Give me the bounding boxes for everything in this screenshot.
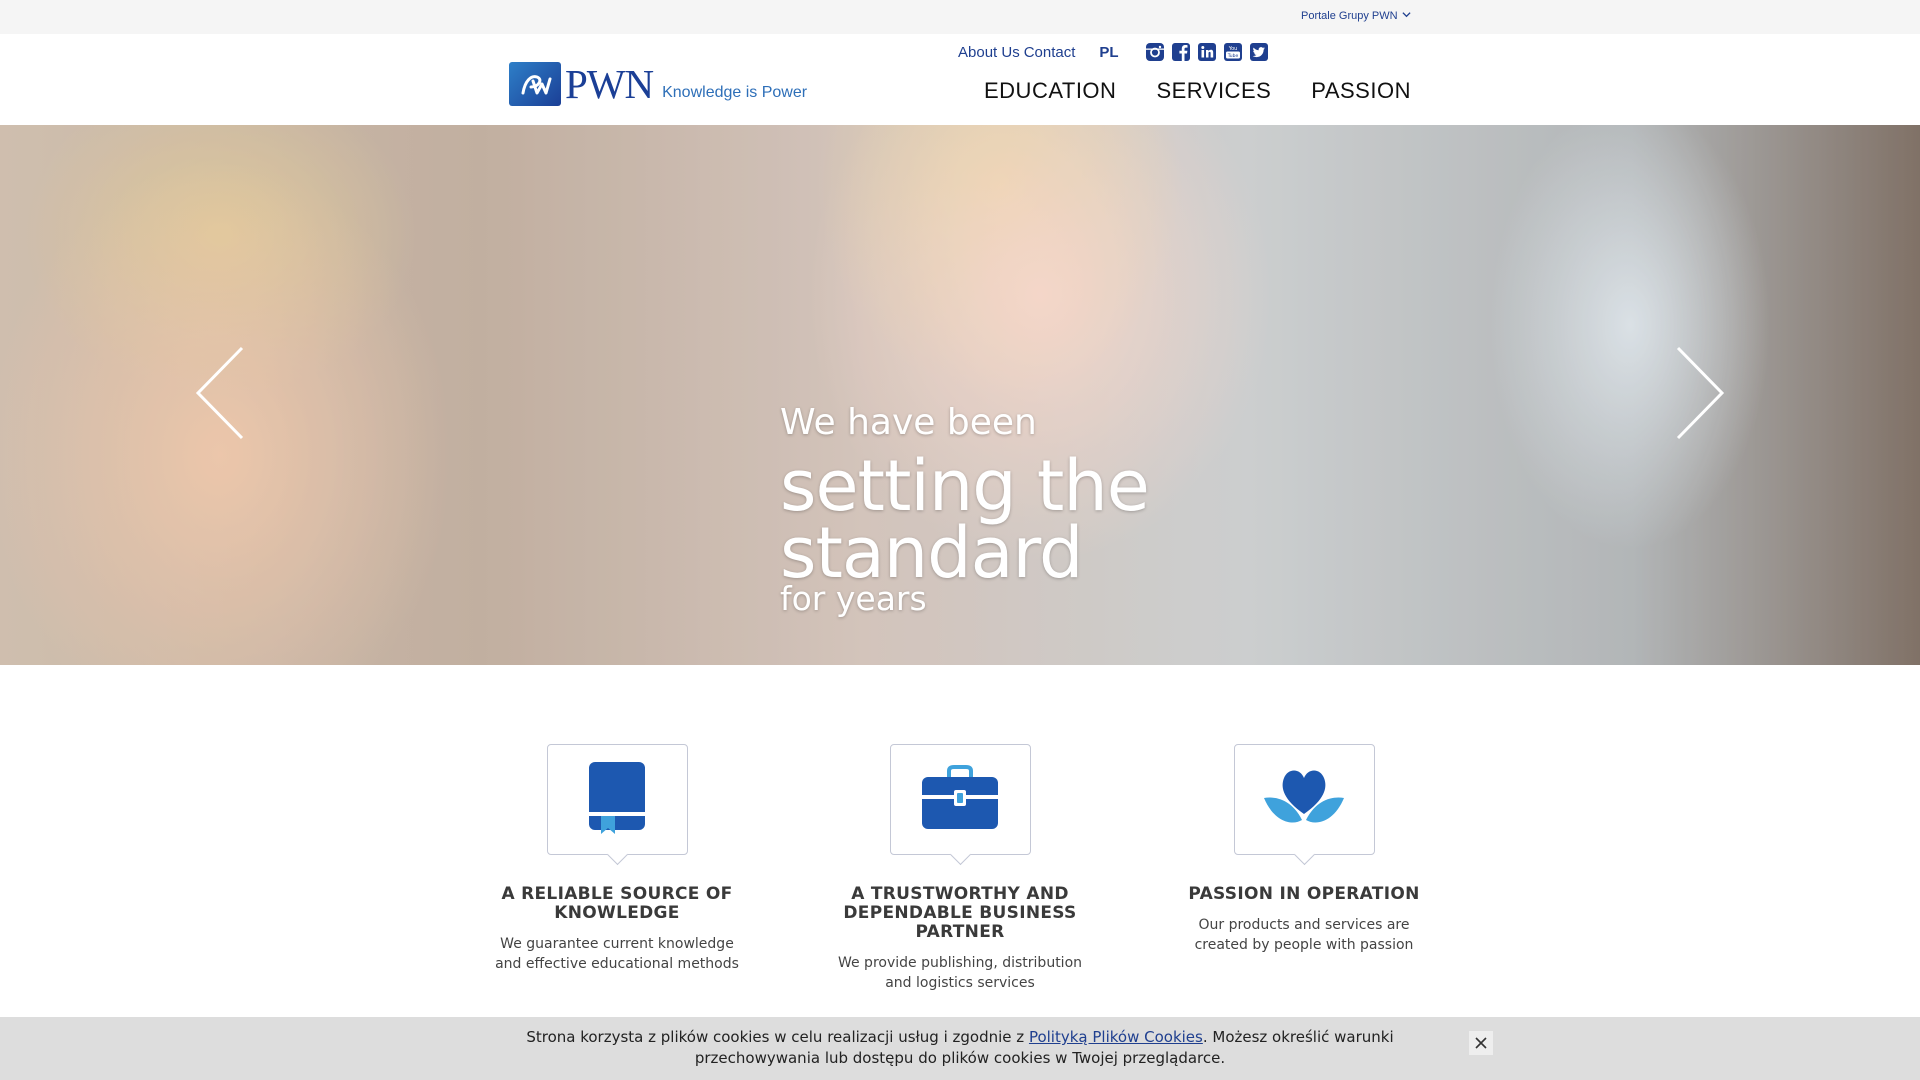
cookie-text-before: Strona korzysta z plików cookies w celu … — [526, 1028, 1029, 1046]
heart-hands-icon — [1262, 764, 1346, 836]
nav-education[interactable]: EDUCATION — [984, 78, 1116, 104]
logo-text: PWN — [565, 61, 654, 107]
carousel-prev-arrow-icon[interactable] — [192, 345, 248, 441]
logo-tagline: Knowledge is Power — [662, 84, 808, 101]
pwn-logo-mark-icon — [509, 62, 561, 106]
social-links: You Tube — [1145, 42, 1269, 62]
feature-text: Our products and services are created by… — [1194, 917, 1414, 953]
feature-title: A RELIABLE SOURCE OF KNOWLEDGE — [501, 884, 733, 923]
feature-knowledge: A RELIABLE SOURCE OF KNOWLEDGE We guaran… — [487, 744, 747, 974]
feature-text: We guarantee current knowledge and effec… — [495, 936, 739, 972]
twitter-icon[interactable] — [1249, 42, 1269, 62]
feature-text: We provide publishing, distribution and … — [837, 955, 1083, 991]
svg-text:Tube: Tube — [1226, 53, 1238, 59]
close-icon[interactable] — [1469, 1031, 1493, 1055]
feature-title: A TRUSTWORTHY AND DEPENDABLE BUSINESS PA… — [843, 884, 1077, 942]
feature-icon-box — [1233, 744, 1375, 855]
portals-dropdown[interactable]: Portale Grupy PWN — [1301, 10, 1411, 22]
book-icon — [587, 760, 647, 840]
cookie-message: Strona korzysta z plików cookies w celu … — [470, 1027, 1450, 1069]
cookie-policy-link[interactable]: Polityką Plików Cookies — [1029, 1028, 1203, 1046]
instagram-icon[interactable] — [1145, 42, 1165, 62]
about-us-link[interactable]: About Us — [958, 44, 1020, 61]
briefcase-icon — [921, 764, 999, 835]
hero-headline: We have been setting the standard for ye… — [780, 402, 1150, 616]
linkedin-icon[interactable] — [1197, 42, 1217, 62]
chevron-down-icon — [1402, 10, 1411, 22]
facebook-icon[interactable] — [1171, 42, 1191, 62]
pwn-logo[interactable]: PWN Knowledge is Power — [509, 62, 807, 106]
feature-passion: PASSION IN OPERATION Our products and se… — [1174, 744, 1434, 955]
site-header: PWN Knowledge is Power About Us Contact … — [0, 34, 1920, 125]
nav-services[interactable]: SERVICES — [1156, 78, 1271, 104]
feature-icon-box — [889, 744, 1031, 855]
portals-label: Portale Grupy PWN — [1301, 10, 1398, 22]
carousel-next-arrow-icon[interactable] — [1672, 345, 1728, 441]
nav-passion[interactable]: PASSION — [1311, 78, 1411, 104]
main-nav: EDUCATION SERVICES PASSION — [984, 78, 1411, 104]
hero-carousel: We have been setting the standard for ye… — [0, 125, 1920, 665]
contact-link[interactable]: Contact — [1024, 44, 1076, 61]
top-strip: Portale Grupy PWN — [0, 0, 1920, 34]
hero-line-3: standard — [780, 512, 1083, 594]
feature-icon-box — [546, 744, 688, 855]
hero-line-1: We have been — [780, 402, 1037, 443]
svg-text:You: You — [1227, 46, 1237, 52]
language-switch[interactable]: PL — [1099, 44, 1118, 61]
utility-nav: About Us Contact PL You Tube — [958, 42, 1269, 62]
feature-title: PASSION IN OPERATION — [1188, 884, 1420, 904]
cookie-bar: Strona korzysta z plików cookies w celu … — [0, 1017, 1920, 1080]
hero-line-2: setting the — [780, 445, 1150, 527]
youtube-icon[interactable]: You Tube — [1223, 42, 1243, 62]
feature-business-partner: A TRUSTWORTHY AND DEPENDABLE BUSINESS PA… — [830, 744, 1090, 993]
